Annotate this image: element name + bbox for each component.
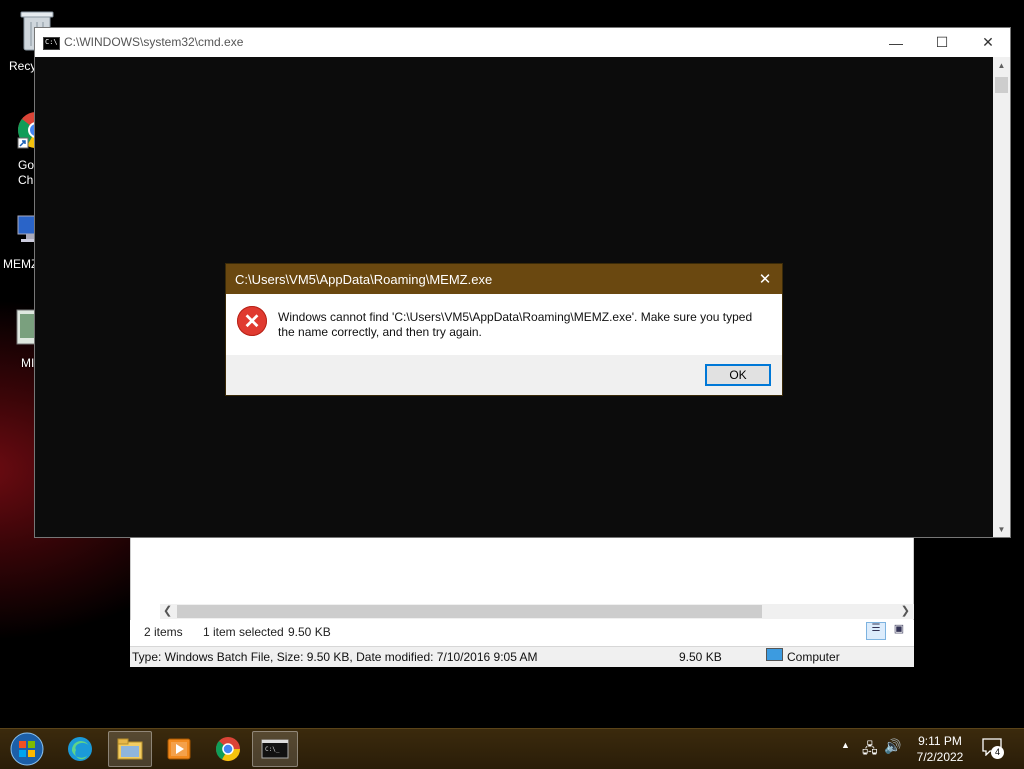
chrome-taskbar-button[interactable]: [206, 731, 250, 767]
notification-badge: 4: [991, 746, 1004, 759]
volume-icon[interactable]: 🔊: [884, 738, 901, 755]
file-detail: Type: Windows Batch File, Size: 9.50 KB,…: [132, 650, 538, 664]
error-icon: ✕: [237, 306, 267, 336]
explorer-horizontal-scrollbar[interactable]: ❮ ❯: [160, 604, 914, 619]
selected-count: 1 item selected: [203, 625, 284, 639]
media-player-icon: [167, 738, 191, 760]
details-view-icon[interactable]: ☰: [866, 622, 886, 640]
dialog-titlebar[interactable]: C:\Users\VM5\AppData\Roaming\MEMZ.exe ✕: [226, 264, 782, 294]
error-dialog[interactable]: C:\Users\VM5\AppData\Roaming\MEMZ.exe ✕ …: [225, 263, 783, 396]
cmd-vertical-scrollbar[interactable]: ▲ ▼: [993, 57, 1010, 537]
dialog-body: ✕ Windows cannot find 'C:\Users\VM5\AppD…: [226, 294, 782, 355]
cmd-title: C:\WINDOWS\system32\cmd.exe: [64, 35, 244, 49]
svg-text:C:\_: C:\_: [265, 746, 280, 753]
show-hidden-icons-icon[interactable]: ▲: [841, 740, 850, 750]
items-count: 2 items: [144, 625, 183, 639]
taskbar: C:\_ ▲ 🖧 🔊 9:11 PM 7/2/2022 4: [0, 728, 1024, 769]
file-size: 9.50 KB: [679, 650, 722, 664]
large-icons-view-icon[interactable]: ▣: [890, 622, 908, 640]
chrome-icon: [215, 737, 240, 762]
close-button[interactable]: ✕: [965, 28, 1011, 57]
scroll-left-icon[interactable]: ❮: [163, 604, 172, 617]
scroll-right-icon[interactable]: ❯: [901, 604, 910, 617]
scroll-down-icon[interactable]: ▼: [993, 521, 1010, 537]
location-label: Computer: [787, 650, 840, 664]
explorer-status-bar: 2 items 1 item selected 9.50 KB ☰ ▣: [130, 620, 914, 646]
clock-time: 9:11 PM: [918, 734, 962, 748]
cmd-app-icon: C:\: [43, 37, 60, 50]
clock-date: 7/2/2022: [916, 750, 964, 764]
dialog-title: C:\Users\VM5\AppData\Roaming\MEMZ.exe: [235, 272, 493, 287]
media-player-taskbar-button[interactable]: [157, 731, 201, 767]
cmd-titlebar[interactable]: C:\ C:\WINDOWS\system32\cmd.exe — ☐ ✕: [35, 28, 1010, 57]
cmd-icon: C:\_: [261, 739, 289, 759]
selected-size: 9.50 KB: [288, 625, 331, 639]
dialog-message: Windows cannot find 'C:\Users\VM5\AppDat…: [278, 310, 753, 339]
start-button[interactable]: [4, 731, 50, 767]
monitor-icon: [766, 648, 783, 661]
edge-taskbar-button[interactable]: [58, 731, 102, 767]
network-icon[interactable]: 🖧: [862, 738, 878, 762]
action-center-icon[interactable]: 4: [982, 738, 1004, 759]
edge-icon: [68, 737, 92, 761]
maximize-button[interactable]: ☐: [919, 28, 965, 57]
recycle-bin-label: Recy: [9, 59, 37, 73]
scroll-thumb[interactable]: [177, 605, 762, 618]
cmd-taskbar-button[interactable]: C:\_: [252, 731, 298, 767]
ok-button[interactable]: OK: [705, 364, 771, 386]
memz-file-label: MI: [21, 356, 35, 370]
minimize-button[interactable]: —: [873, 28, 919, 57]
explorer-details-bar: Type: Windows Batch File, Size: 9.50 KB,…: [130, 646, 914, 667]
explorer-taskbar-button[interactable]: [108, 731, 152, 767]
folder-icon: [117, 738, 143, 760]
windows-start-icon: [10, 732, 44, 766]
scroll-thumb[interactable]: [995, 77, 1008, 93]
scroll-up-icon[interactable]: ▲: [993, 57, 1010, 73]
clock[interactable]: 9:11 PM 7/2/2022: [910, 733, 970, 765]
dialog-close-button[interactable]: ✕: [748, 264, 782, 294]
